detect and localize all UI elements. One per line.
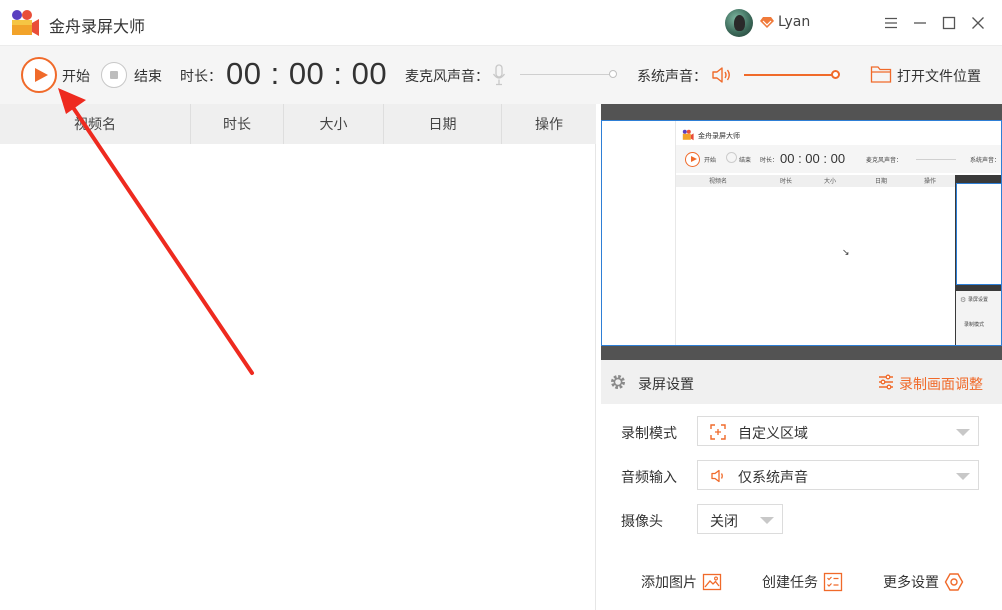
preview-timer: 00 : 00 : 00 (780, 151, 846, 166)
record-mode-select[interactable]: 自定义区域 (697, 416, 979, 446)
system-audio-label: 系统声音： (637, 69, 707, 85)
user-name[interactable]: Lyan (778, 14, 810, 30)
preview-start-icon (685, 152, 700, 167)
chevron-down-icon (760, 517, 774, 524)
preview-col-date: 日期 (875, 178, 888, 185)
camera-select[interactable]: 关闭 (697, 504, 783, 534)
preview-col-duration: 时长 (780, 178, 793, 185)
duration-label: 时长： (180, 69, 222, 85)
preview-mini-app: 金舟录屏大师 开始 结束 时长： 00 : 00 : 00 麦克风声音： 系统声… (675, 121, 1001, 345)
mic-volume-label: 麦克风声音： (405, 69, 489, 85)
app-title: 金舟录屏大师 (49, 17, 146, 36)
preview-recursive-frame (956, 183, 1001, 285)
speaker-icon[interactable] (710, 64, 732, 86)
system-audio-handle[interactable] (831, 70, 840, 79)
title-bar: 金舟录屏大师 Lyan (0, 0, 1002, 46)
preview-app-title: 金舟录屏大师 (698, 132, 740, 140)
settings-body: 录制模式 自定义区域 音频输入 仅系统声音 摄像头 关闭 添加图片 创建任务 更… (601, 404, 1002, 610)
settings-title: 录屏设置 (638, 377, 694, 393)
preview-col-actions: 操作 (924, 178, 937, 185)
screen-preview: 金舟录屏大师 开始 结束 时长： 00 : 00 : 00 麦克风声音： 系统声… (601, 104, 1002, 360)
camera-label: 摄像头 (621, 514, 663, 530)
record-settings-panel: 录屏设置 录制画面调整 录制模式 自定义区域 音频输入 仅系统声音 摄像头 关闭… (601, 360, 1002, 610)
mic-volume-handle[interactable] (609, 70, 617, 78)
preview-gear-icon: ⚙ (960, 296, 967, 304)
camera-value: 关闭 (710, 514, 738, 530)
column-actions: 操作 (535, 117, 563, 133)
image-icon[interactable] (702, 572, 722, 592)
task-list-icon[interactable] (823, 572, 843, 592)
start-label[interactable]: 开始 (62, 66, 90, 86)
column-duration[interactable]: 时长 (191, 104, 284, 144)
chevron-down-icon (956, 473, 970, 480)
preview-mode-label: 录制模式 (964, 322, 985, 328)
stop-label[interactable]: 结束 (134, 66, 162, 86)
close-icon[interactable] (968, 13, 988, 33)
gear-icon (611, 375, 625, 389)
preview-recursive-settings: ⚙ 录屏设置 录制模式 (956, 291, 1001, 345)
open-folder-button[interactable]: 打开文件位置 (897, 66, 981, 86)
audio-input-label: 音频输入 (621, 470, 677, 486)
create-task-button[interactable]: 创建任务 (762, 572, 818, 592)
recording-timer: 00 : 00 : 00 (226, 56, 388, 91)
preview-duration-label: 时长： (760, 157, 779, 164)
adjust-sliders-icon[interactable] (878, 374, 894, 390)
microphone-icon[interactable] (492, 64, 506, 86)
app-logo-icon (12, 10, 39, 36)
mic-volume-slider[interactable] (520, 74, 612, 75)
region-select-icon (710, 424, 726, 440)
vip-diamond-icon (760, 17, 774, 28)
preview-settings-title: 录屏设置 (968, 297, 989, 303)
record-mode-value: 自定义区域 (738, 426, 808, 442)
settings-header: 录屏设置 录制画面调整 (601, 360, 1002, 404)
minimize-icon[interactable] (910, 13, 930, 33)
list-header: 视频名 时长 大小 日期 操作 (0, 104, 596, 144)
preview-app-logo-icon (682, 129, 694, 141)
menu-icon[interactable] (881, 13, 901, 33)
maximize-icon[interactable] (939, 13, 959, 33)
audio-input-value: 仅系统声音 (738, 470, 808, 486)
preview-sys-label: 系统声音： (970, 157, 1001, 164)
start-record-button[interactable] (21, 57, 57, 93)
system-audio-slider[interactable] (744, 74, 836, 76)
column-size[interactable]: 大小 (284, 104, 384, 144)
folder-icon[interactable] (870, 64, 892, 84)
preview-toolbar: 开始 结束 时长： 00 : 00 : 00 麦克风声音： 系统声音： (676, 145, 1001, 173)
preview-col-size: 大小 (824, 178, 837, 185)
column-date[interactable]: 日期 (384, 104, 502, 144)
more-settings-button[interactable]: 更多设置 (883, 572, 939, 592)
speaker-icon (711, 469, 723, 483)
stop-record-button[interactable] (101, 62, 127, 88)
adjust-recording-button[interactable]: 录制画面调整 (899, 374, 983, 394)
recording-toolbar: 开始 结束 时长： 00 : 00 : 00 麦克风声音： 系统声音： 打开文件… (0, 46, 1002, 104)
preview-mic-label: 麦克风声音： (866, 157, 903, 164)
cursor-icon: ↘ (842, 248, 850, 258)
preview-col-name: 视频名 (709, 178, 728, 185)
preview-stop-label: 结束 (739, 157, 752, 164)
chevron-down-icon (956, 429, 970, 436)
column-video-name[interactable]: 视频名 (0, 104, 191, 144)
record-mode-label: 录制模式 (621, 426, 677, 442)
preview-mic-slider (916, 159, 956, 160)
add-image-button[interactable]: 添加图片 (641, 572, 697, 592)
preview-recursive-panel: ⚙ 录屏设置 录制模式 (955, 175, 1001, 345)
preview-list-header: 视频名 时长 大小 日期 操作 (676, 175, 956, 187)
audio-input-select[interactable]: 仅系统声音 (697, 460, 979, 490)
avatar[interactable] (725, 9, 753, 37)
hexagon-settings-icon[interactable] (944, 572, 964, 592)
preview-capture-area[interactable]: 金舟录屏大师 开始 结束 时长： 00 : 00 : 00 麦克风声音： 系统声… (601, 120, 1002, 346)
recordings-list: 视频名 时长 大小 日期 操作 (0, 104, 596, 610)
preview-start-label: 开始 (704, 157, 717, 164)
preview-stop-icon (726, 152, 737, 163)
